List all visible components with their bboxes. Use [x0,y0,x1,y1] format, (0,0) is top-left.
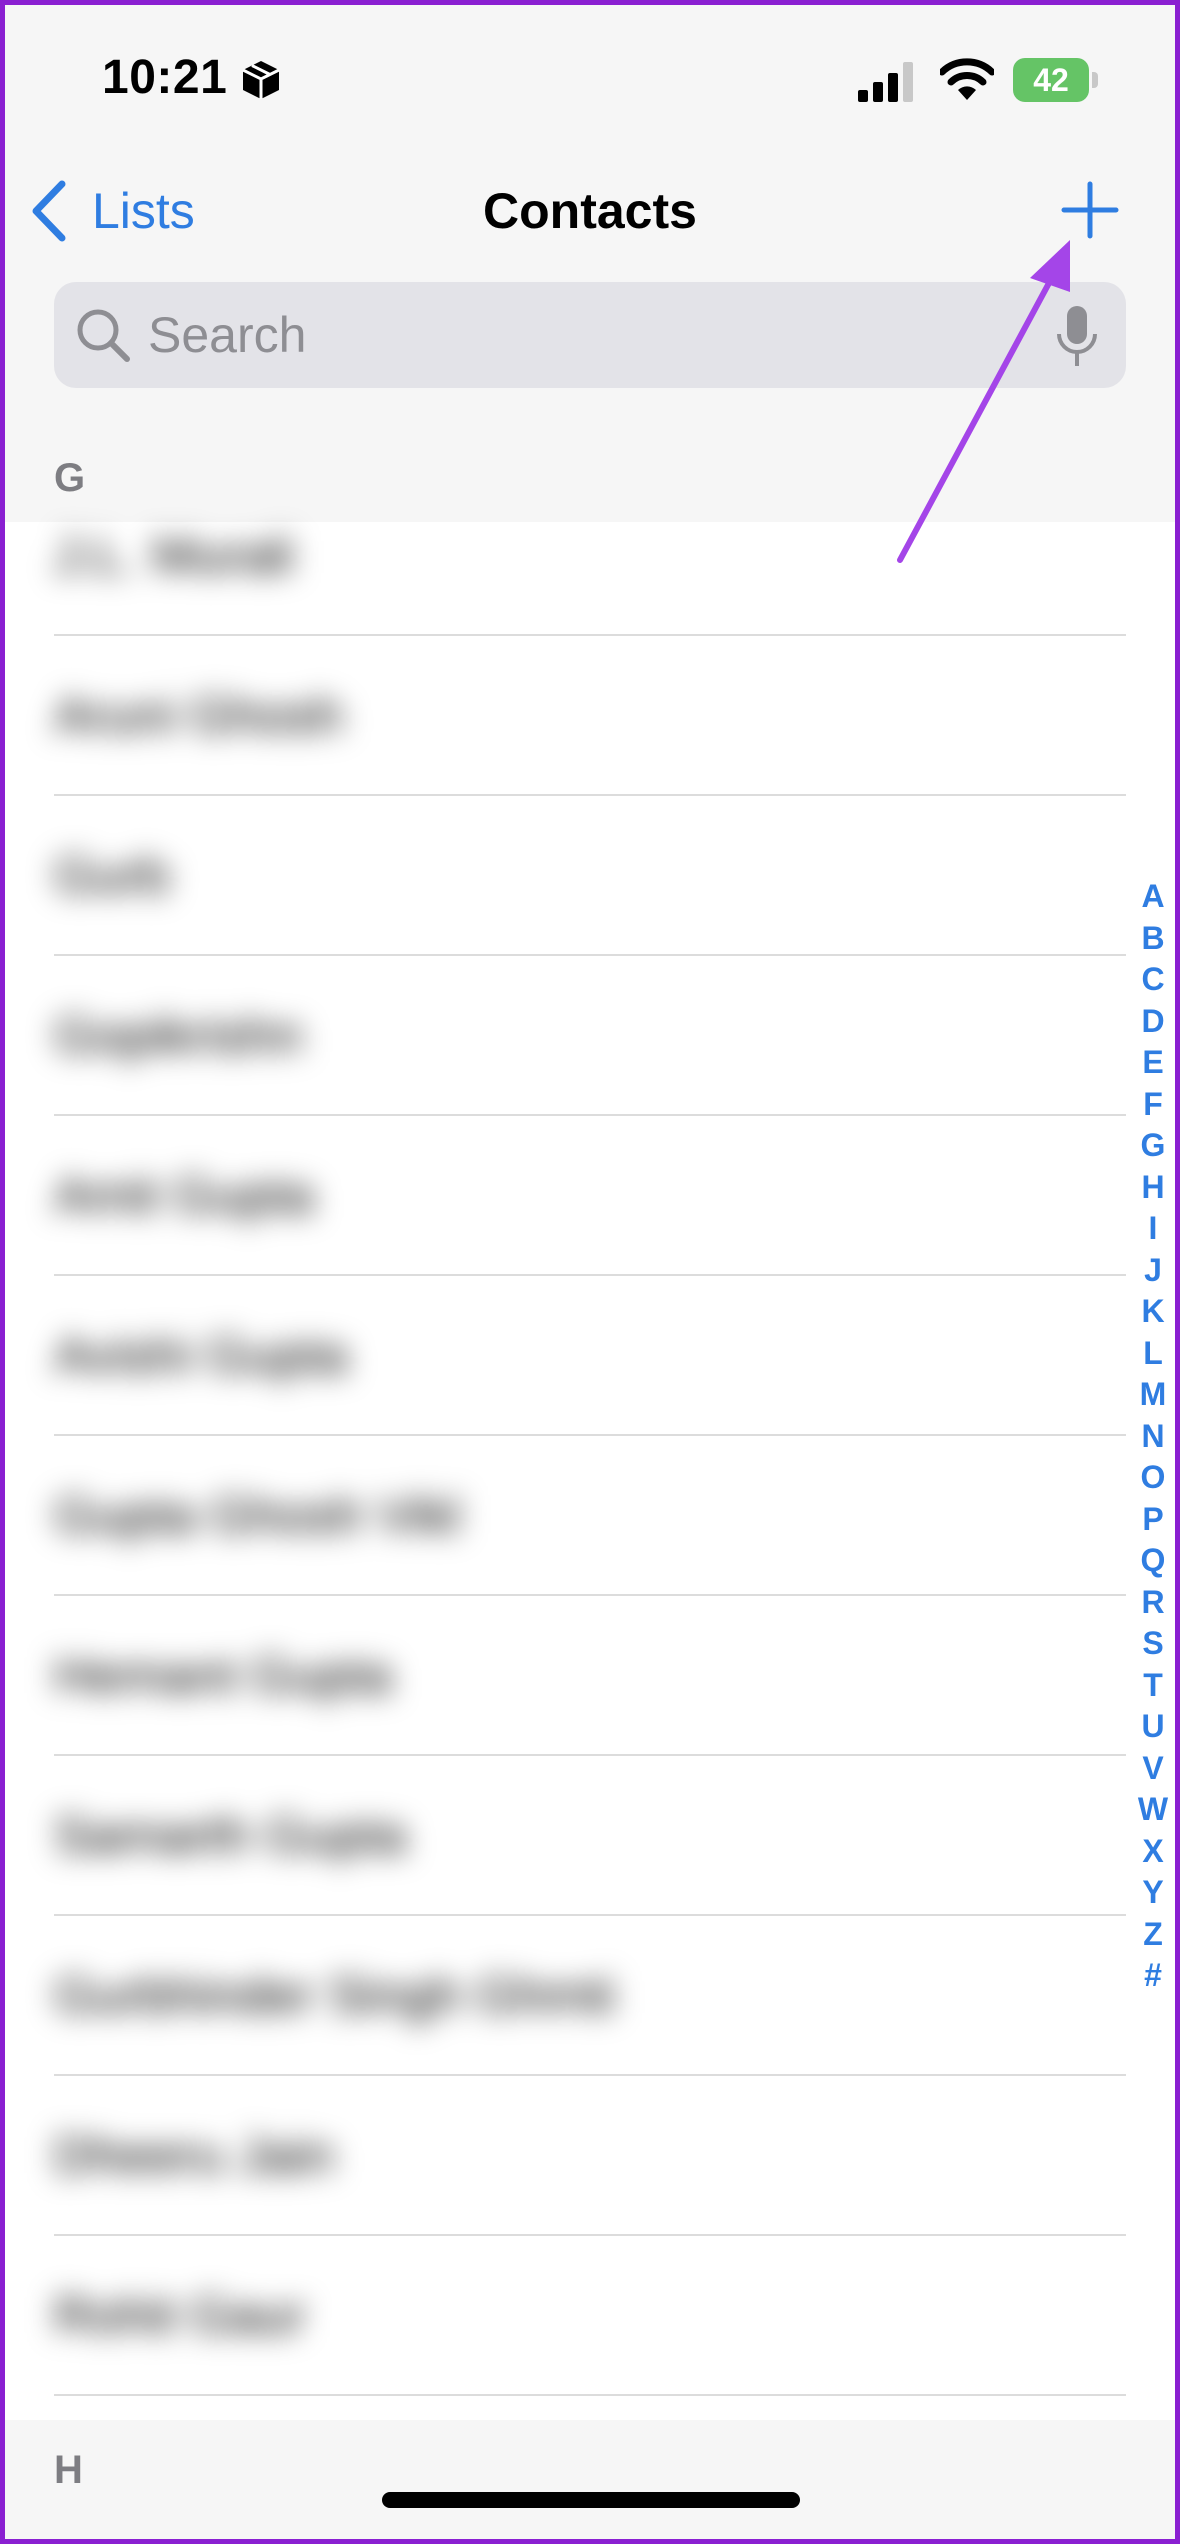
index-letter[interactable]: E [1125,1042,1180,1084]
index-letter[interactable]: D [1125,1001,1180,1043]
section-label: G [54,456,86,500]
contact-name: Rohit Gaur [54,2287,306,2345]
index-letter[interactable]: O [1125,1457,1180,1499]
contact-name: Gurbhinder Singh Ghmti [54,1967,615,2025]
contact-row[interactable]: Gurb [0,796,1180,956]
box-icon [242,61,280,99]
index-letter[interactable]: G [1125,1125,1180,1167]
index-letter[interactable]: V [1125,1748,1180,1790]
battery-tip [1092,72,1098,88]
contact-name: Amit Gupta [54,1167,315,1225]
home-indicator[interactable] [382,2492,800,2508]
index-letter[interactable]: Z [1125,1914,1180,1956]
annotation-arrow [897,240,1070,563]
contact-row[interactable]: Dheeru Jain [0,2076,1180,2236]
index-letter[interactable]: T [1125,1665,1180,1707]
index-letter[interactable]: S [1125,1623,1180,1665]
index-letter[interactable]: # [1125,1955,1180,1997]
contact-row[interactable]: Samarth Gupta [0,1756,1180,1916]
contact-name: Aruni Ghosh [54,687,344,745]
wifi-icon [940,58,994,100]
contact-row[interactable]: Avishi Gupta [0,1276,1180,1436]
search-icon [77,309,130,362]
section-label: H [54,2448,83,2492]
contact-row[interactable]: Gopikrishn [0,956,1180,1116]
contact-row[interactable]: Amit Gupta [0,1116,1180,1276]
contact-name: J.L. Murali [54,527,294,585]
signal-icon [858,62,913,102]
index-letter[interactable]: F [1125,1084,1180,1126]
index-letter[interactable]: I [1125,1208,1180,1250]
index-letter[interactable]: W [1125,1789,1180,1831]
contact-row[interactable]: Hemant Gupta [0,1596,1180,1756]
status-time: 10:21 [102,51,228,104]
contact-name: Dheeru Jain [54,2127,335,2185]
index-letter[interactable]: M [1125,1374,1180,1416]
index-letter[interactable]: B [1125,918,1180,960]
contact-name: Gopikrishn [54,1007,303,1065]
battery-icon: 42 [1013,58,1099,102]
contact-name: Hemant Gupta [54,1647,393,1705]
index-letter[interactable]: Y [1125,1872,1180,1914]
index-letter[interactable]: A [1125,876,1180,918]
battery-level: 42 [1013,58,1089,102]
index-letter[interactable]: H [1125,1167,1180,1209]
contact-row[interactable]: Aruni Ghosh [0,636,1180,796]
row-divider [54,2394,1126,2396]
index-letter[interactable]: L [1125,1333,1180,1375]
index-letter[interactable]: N [1125,1416,1180,1458]
contact-row[interactable]: Gurbhinder Singh Ghmti [0,1916,1180,2076]
contact-row[interactable]: Gupta Ghosh Vikl [0,1436,1180,1596]
section-header-h: H [0,2420,1180,2544]
alphabet-index[interactable]: A B C D E F G H I J K L M N O P Q R S T U V W X Y Z # [1125,876,1180,1997]
index-letter[interactable]: U [1125,1706,1180,1748]
index-letter[interactable]: J [1125,1250,1180,1292]
contact-name: Gupta Ghosh Vikl [54,1487,461,1545]
index-letter[interactable]: C [1125,959,1180,1001]
index-letter[interactable]: X [1125,1831,1180,1873]
contact-row[interactable]: Rohit Gaur [0,2236,1180,2396]
index-letter[interactable]: P [1125,1499,1180,1541]
index-letter[interactable]: Q [1125,1540,1180,1582]
contact-name: Samarth Gupta [54,1807,407,1865]
index-letter[interactable]: K [1125,1291,1180,1333]
index-letter[interactable]: R [1125,1582,1180,1624]
contact-name: Gurb [54,847,170,905]
contact-name: Avishi Gupta [54,1327,348,1385]
